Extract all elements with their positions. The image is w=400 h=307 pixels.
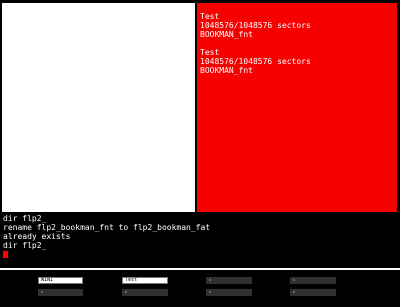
- fkey-6[interactable]: [122, 289, 168, 296]
- divider: [0, 268, 400, 270]
- fkey-5[interactable]: [38, 289, 83, 296]
- listing-block: Test 1048576/1048576 sectors BOOKMAN_fnt: [200, 48, 397, 75]
- console-line: dir flp2_: [3, 241, 47, 250]
- fkey-4[interactable]: [290, 277, 336, 284]
- file-entry[interactable]: BOOKMAN_fnt: [200, 30, 397, 39]
- listing-block: Test 1048576/1048576 sectors BOOKMAN_fnt: [200, 12, 397, 39]
- fkey-3[interactable]: [206, 277, 252, 284]
- fkey-7[interactable]: [206, 289, 252, 296]
- medium-name: Test: [200, 12, 220, 21]
- sector-count: 1048576/1048576 sectors: [200, 21, 311, 30]
- fkey-1[interactable]: WIN1: [38, 277, 83, 284]
- text-cursor: [3, 251, 8, 258]
- command-input[interactable]: [3, 250, 398, 259]
- fkey-2[interactable]: Test: [122, 277, 168, 284]
- command-console[interactable]: dir flp2_ rename flp2_bookman_fnt to flp…: [2, 212, 398, 266]
- function-key-bar: WIN1 Test: [0, 274, 400, 304]
- blank-window-left: [2, 3, 195, 212]
- console-line: dir flp2_: [3, 214, 47, 223]
- file-entry[interactable]: BOOKMAN_fnt: [200, 66, 397, 75]
- directory-listing-window: Test 1048576/1048576 sectors BOOKMAN_fnt…: [197, 3, 397, 212]
- medium-name: Test: [200, 48, 220, 57]
- fkey-8[interactable]: [290, 289, 336, 296]
- sector-count: 1048576/1048576 sectors: [200, 57, 311, 66]
- console-line: already exists: [3, 232, 71, 241]
- console-line: rename flp2_bookman_fnt to flp2_bookman_…: [3, 223, 211, 232]
